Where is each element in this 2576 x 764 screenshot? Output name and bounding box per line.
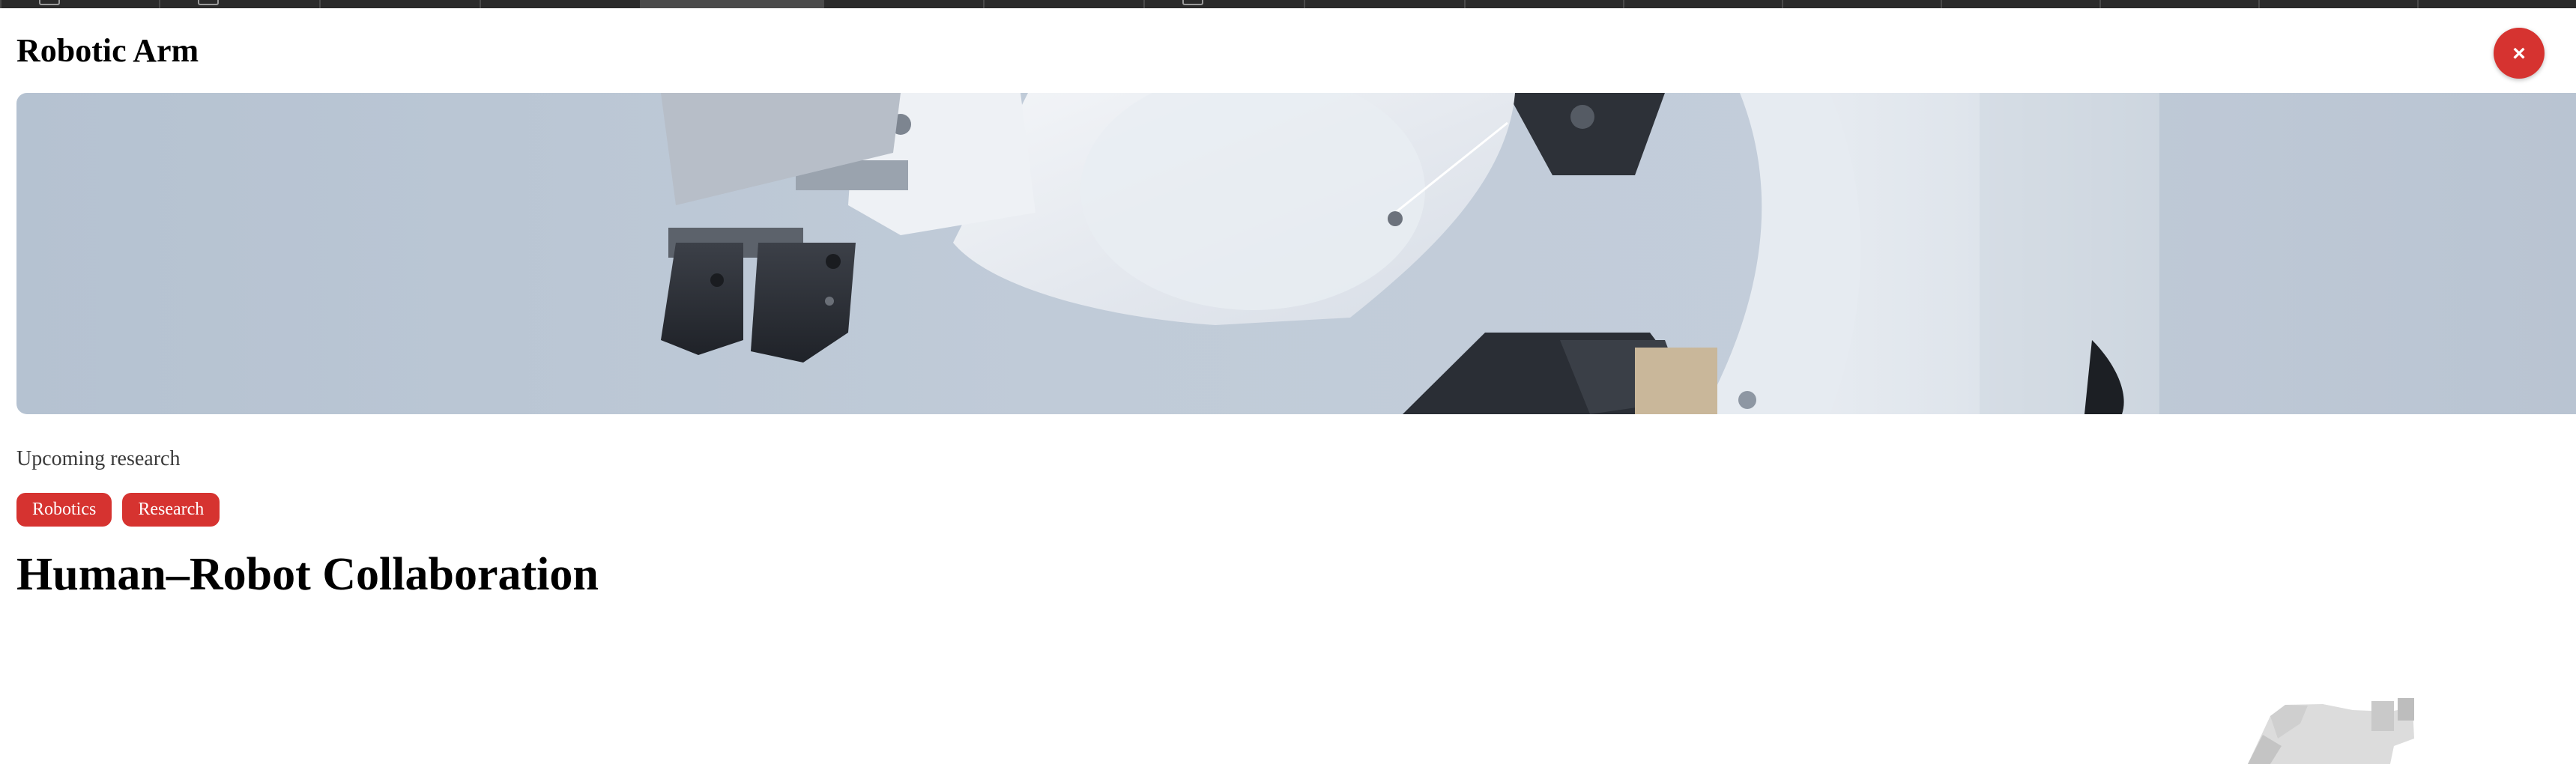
tab[interactable]: [480, 0, 640, 8]
browser-tab-strip: [0, 0, 2576, 8]
tab[interactable]: [2099, 0, 2258, 8]
tag-robotics[interactable]: Robotics: [16, 493, 112, 527]
tab[interactable]: [319, 0, 480, 8]
tab[interactable]: [823, 0, 983, 8]
page-icon: [198, 0, 219, 5]
page-title: Robotic Arm: [16, 32, 199, 69]
tab[interactable]: [1143, 0, 1304, 8]
robot-arm-thumbnail: [2248, 698, 2414, 764]
article-headline: Human–Robot Collaboration: [16, 549, 599, 600]
page-icon: [1182, 0, 1203, 5]
tab-active[interactable]: [640, 0, 823, 8]
hero-image: [16, 93, 2576, 414]
tab[interactable]: [1941, 0, 2099, 8]
close-button[interactable]: ×: [2494, 28, 2545, 79]
tab[interactable]: [1304, 0, 1464, 8]
tab[interactable]: [159, 0, 319, 8]
subtitle: Upcoming research: [16, 447, 181, 470]
page-icon: [39, 0, 60, 5]
tab[interactable]: [1623, 0, 1782, 8]
tab[interactable]: [1782, 0, 1941, 8]
tab[interactable]: [0, 0, 159, 8]
tab[interactable]: [2417, 0, 2576, 8]
robotic-arm-illustration: [661, 93, 2159, 414]
tag-list: Robotics Research: [16, 493, 220, 527]
tab[interactable]: [1464, 0, 1623, 8]
tag-research[interactable]: Research: [122, 493, 220, 527]
tab[interactable]: [983, 0, 1143, 8]
tab[interactable]: [2258, 0, 2417, 8]
